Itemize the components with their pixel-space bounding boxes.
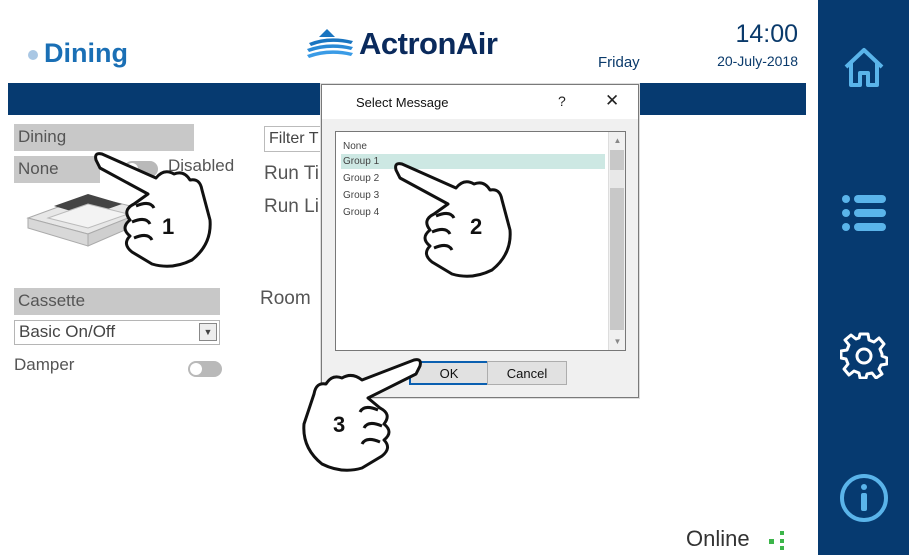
filter-field[interactable]: Filter T <box>264 126 324 152</box>
info-button[interactable] <box>836 470 892 526</box>
info-icon <box>840 474 888 522</box>
listbox-scrollbar[interactable]: ▲ ▼ <box>608 132 625 350</box>
dialog-title: Select Message <box>356 95 449 110</box>
menu-icon <box>842 195 886 231</box>
unit-type-field[interactable]: Cassette <box>14 288 220 315</box>
header: Dining ActronAir Friday 14:00 20-July-20… <box>0 0 818 82</box>
connection-icon <box>769 531 784 550</box>
pointing-hand-icon-3 <box>302 358 422 472</box>
help-button[interactable]: ? <box>558 93 566 109</box>
online-status-label: Online <box>686 526 750 551</box>
list-item-none[interactable]: None <box>341 139 605 154</box>
settings-icon <box>840 332 888 379</box>
damper-label: Damper <box>14 355 75 374</box>
side-navigation <box>818 0 909 555</box>
control-mode-value: Basic On/Off <box>19 322 116 341</box>
scroll-down-icon[interactable]: ▼ <box>609 333 625 350</box>
brand-logo: ActronAir <box>305 26 498 62</box>
dialog-titlebar: Select Message ? ✕ <box>322 85 638 119</box>
scroll-up-icon[interactable]: ▲ <box>609 132 625 149</box>
zone-name-field[interactable]: Dining <box>14 124 194 151</box>
damper-toggle[interactable] <box>188 361 222 377</box>
date-label: 20-July-2018 <box>717 53 798 69</box>
callout-number-1: 1 <box>162 214 175 239</box>
brand-name: ActronAir <box>359 26 498 61</box>
cancel-button[interactable]: Cancel <box>487 361 567 385</box>
scroll-thumb-highlight <box>610 170 624 188</box>
pointing-hand-icon-1 <box>94 152 212 268</box>
pointing-hand-icon-2 <box>394 162 512 278</box>
home-button[interactable] <box>836 40 892 96</box>
zone-title: Dining <box>44 38 128 68</box>
close-button[interactable]: ✕ <box>605 91 619 111</box>
zone-status-dot <box>28 50 38 60</box>
callout-number-3: 3 <box>333 412 346 437</box>
dropdown-arrow-icon[interactable]: ▼ <box>199 323 217 341</box>
actronair-logo-icon <box>307 29 353 58</box>
home-icon <box>844 48 884 87</box>
time-label: 14:00 <box>735 20 798 48</box>
menu-button[interactable] <box>836 185 892 241</box>
day-label: Friday <box>598 54 640 71</box>
callout-number-2: 2 <box>470 214 483 239</box>
run-time-label: Run Ti <box>264 163 319 184</box>
settings-button[interactable] <box>836 327 892 383</box>
room-label: Room <box>260 288 311 309</box>
control-mode-select[interactable]: Basic On/Off ▼ <box>14 320 220 345</box>
run-limit-label: Run Li <box>264 196 319 217</box>
group-select-field[interactable]: None <box>14 156 100 183</box>
